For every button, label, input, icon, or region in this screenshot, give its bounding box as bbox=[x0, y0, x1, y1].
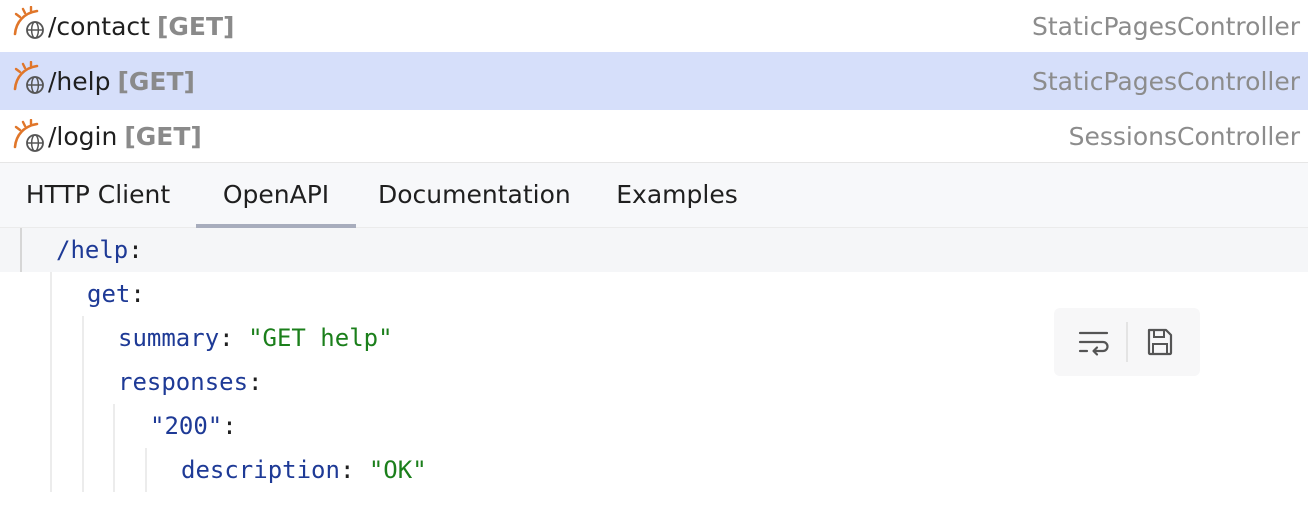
code-line: description: "OK" bbox=[181, 456, 427, 484]
floating-editor-toolbar bbox=[1054, 308, 1200, 376]
route-row-login[interactable]: /login [GET] SessionsController bbox=[0, 110, 1308, 162]
yaml-key: "200" bbox=[150, 412, 223, 440]
route-method: [GET] bbox=[117, 66, 195, 96]
rails-route-icon bbox=[13, 61, 44, 94]
route-method: [GET] bbox=[124, 121, 202, 151]
indent-guide bbox=[82, 316, 84, 492]
yaml-key: /help bbox=[56, 236, 129, 264]
route-path: /contact [GET] bbox=[48, 11, 235, 41]
route-controller: StaticPagesController bbox=[1031, 66, 1300, 96]
route-method: [GET] bbox=[156, 11, 235, 41]
route-row-contact[interactable]: /contact [GET] StaticPagesController bbox=[0, 0, 1308, 52]
tab-documentation[interactable]: Documentation bbox=[378, 163, 571, 228]
code-line: get: bbox=[87, 280, 145, 308]
route-controller: SessionsController bbox=[1068, 121, 1300, 151]
save-icon[interactable] bbox=[1140, 322, 1180, 362]
current-line-highlight bbox=[0, 228, 1308, 272]
toolbar-divider bbox=[1126, 322, 1128, 362]
fold-guide bbox=[20, 228, 22, 272]
tab-examples[interactable]: Examples bbox=[616, 163, 738, 228]
yaml-string: "GET help" bbox=[248, 324, 393, 352]
detail-tab-bar: HTTP Client OpenAPI Documentation Exampl… bbox=[0, 162, 1308, 228]
route-path: /help [GET] bbox=[48, 66, 195, 96]
indent-guide bbox=[145, 448, 147, 492]
yaml-key: get bbox=[87, 280, 131, 308]
rails-route-icon bbox=[13, 119, 44, 152]
yaml-key: responses bbox=[118, 368, 249, 396]
yaml-key: description bbox=[181, 456, 340, 484]
yaml-string: "OK" bbox=[368, 456, 427, 484]
route-row-help[interactable]: /help [GET] StaticPagesController bbox=[0, 52, 1308, 110]
route-controller: StaticPagesController bbox=[1031, 11, 1300, 41]
indent-guide bbox=[50, 272, 52, 492]
code-line: "200": bbox=[150, 412, 237, 440]
code-line: /help: bbox=[56, 236, 143, 264]
indent-guide bbox=[113, 404, 115, 492]
tab-openapi[interactable]: OpenAPI bbox=[196, 163, 356, 228]
code-line: responses: bbox=[118, 368, 263, 396]
route-list: /contact [GET] StaticPagesController /hel… bbox=[0, 0, 1308, 162]
route-path: /login [GET] bbox=[48, 121, 202, 151]
rails-route-icon bbox=[13, 6, 44, 39]
yaml-key: summary bbox=[118, 324, 220, 352]
code-line: summary: "GET help" bbox=[118, 324, 393, 352]
soft-wrap-icon[interactable] bbox=[1074, 322, 1114, 362]
tab-http-client[interactable]: HTTP Client bbox=[22, 163, 174, 228]
